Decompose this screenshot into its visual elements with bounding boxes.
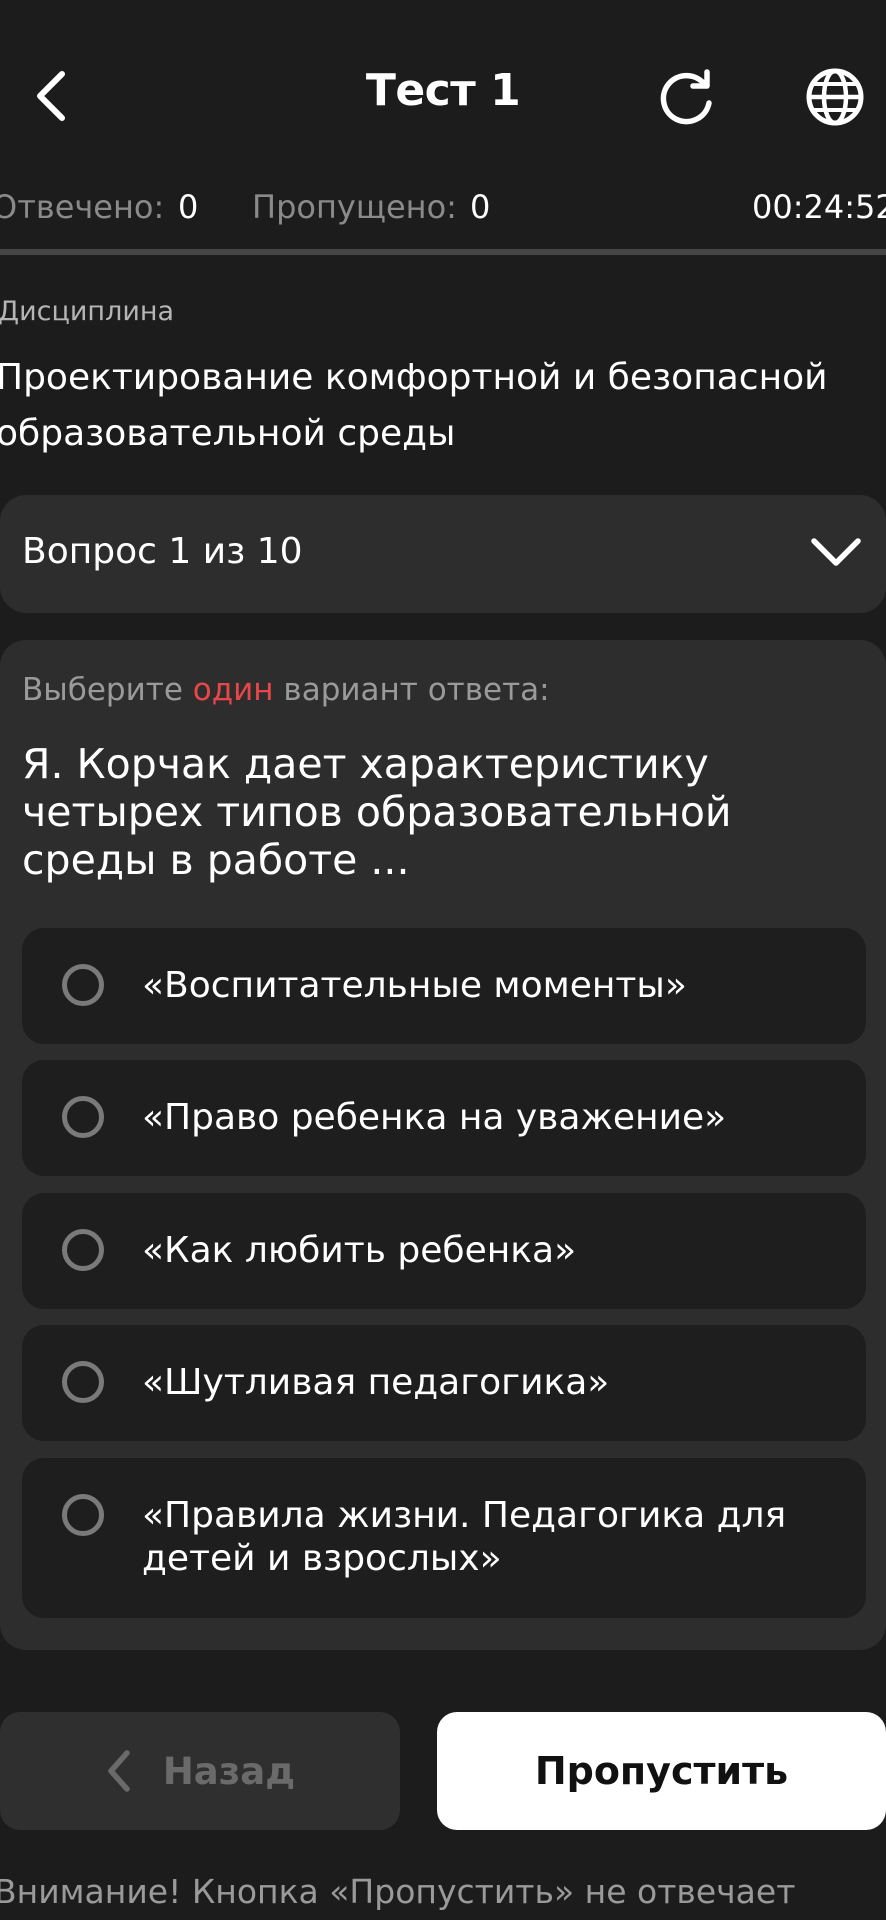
timer: 00:24:52 [752, 188, 886, 226]
question-selector-label: Вопрос 1 из 10 [22, 531, 303, 572]
skip-button[interactable]: Пропустить [437, 1712, 886, 1830]
answer-option-text: «Шутливая педагогика» [142, 1362, 610, 1403]
skip-button-label: Пропустить [534, 1749, 789, 1793]
answer-hint: Выберите один вариант ответа: [22, 672, 550, 708]
answer-option[interactable]: «Право ребенка на уважение» [22, 1060, 866, 1176]
radio-button[interactable] [62, 1494, 104, 1536]
discipline-label: Дисциплина [0, 296, 175, 327]
skipped-label: Пропущено: [252, 188, 457, 226]
warning-text: Внимание! Кнопка «Пропустить» не отвечае… [0, 1872, 796, 1911]
answer-option-text: «Воспитательные моменты» [142, 965, 687, 1006]
answer-option[interactable]: «Шутливая педагогика» [22, 1325, 866, 1441]
radio-button[interactable] [62, 964, 104, 1006]
refresh-icon [660, 69, 712, 125]
hint-accent: один [192, 672, 274, 708]
radio-button[interactable] [62, 1096, 104, 1138]
discipline-name: Проектирование комфортной и безопасной о… [0, 357, 828, 454]
hint-text: Выберите [22, 672, 193, 708]
question-card: Выберите один вариант ответа: Я. Корчак … [0, 640, 886, 1650]
globe-icon [806, 68, 864, 126]
answer-option[interactable]: «Как любить ребенка» [22, 1193, 866, 1309]
stats-row: Отвечено: 0 Пропущено: 0 00:24:52 [0, 188, 886, 232]
language-button[interactable] [800, 62, 870, 132]
radio-button[interactable] [62, 1361, 104, 1403]
skipped-count: 0 [470, 188, 491, 226]
page-title: Тест 1 [365, 65, 521, 116]
refresh-button[interactable] [650, 64, 722, 132]
chevron-down-icon [811, 538, 861, 566]
answer-option-text: «Право ребенка на уважение» [142, 1097, 727, 1138]
back-button[interactable]: Назад [0, 1712, 400, 1830]
answered-count: 0 [178, 188, 199, 226]
answer-option-text: «Как любить ребенка» [142, 1230, 577, 1271]
answered-label: Отвечено: [0, 188, 165, 226]
back-button-label: Назад [162, 1749, 296, 1793]
radio-button[interactable] [62, 1229, 104, 1271]
question-selector[interactable]: Вопрос 1 из 10 [0, 495, 886, 613]
progress-track [0, 249, 886, 255]
answer-option[interactable]: «Правила жизни. Педагогика для детей и в… [22, 1458, 866, 1618]
hint-text-end: вариант ответа: [273, 672, 550, 708]
question-text: Я. Корчак дает характеристику четырех ти… [22, 740, 732, 884]
chevron-left-icon [108, 1750, 130, 1792]
answer-option-text: «Правила жизни. Педагогика для детей и в… [142, 1495, 787, 1579]
answer-option[interactable]: «Воспитательные моменты» [22, 928, 866, 1044]
